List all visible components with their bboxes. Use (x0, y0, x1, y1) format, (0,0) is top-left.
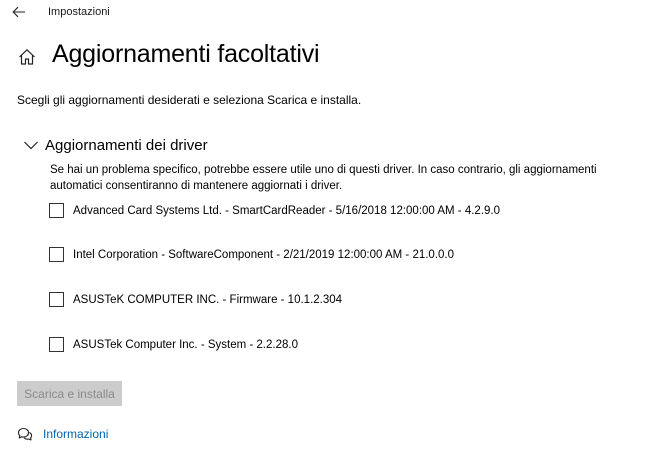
driver-item[interactable]: Intel Corporation - SoftwareComponent - … (49, 247, 454, 262)
back-button[interactable] (8, 2, 30, 22)
driver-checkbox[interactable] (49, 292, 64, 307)
driver-checkbox[interactable] (49, 247, 64, 262)
intro-text: Scegli gli aggiornamenti desiderati e se… (17, 93, 362, 107)
info-link[interactable]: Informazioni (17, 426, 108, 442)
driver-label: Intel Corporation - SoftwareComponent - … (73, 248, 455, 261)
chevron-down-icon (24, 141, 38, 150)
section-title: Aggiornamenti dei driver (45, 136, 208, 154)
driver-label: ASUSTeK COMPUTER INC. - Firmware - 10.1.… (73, 293, 343, 306)
install-button[interactable]: Scarica e installa (17, 381, 122, 406)
driver-updates-expander[interactable]: Aggiornamenti dei driver (22, 136, 208, 154)
driver-label: ASUSTek Computer Inc. - System - 2.2.28.… (73, 338, 298, 351)
driver-item[interactable]: Advanced Card Systems Ltd. - SmartCardRe… (49, 203, 500, 218)
app-title: Impostazioni (48, 6, 110, 18)
section-description: Se hai un problema specifico, potrebbe e… (50, 164, 597, 192)
info-link-label: Informazioni (43, 427, 109, 441)
title-bar: Impostazioni (0, 0, 650, 26)
driver-checkbox[interactable] (49, 337, 64, 352)
driver-checkbox[interactable] (49, 203, 64, 218)
home-icon[interactable] (17, 47, 37, 67)
back-arrow-icon (12, 6, 25, 18)
driver-label: Advanced Card Systems Ltd. - SmartCardRe… (73, 204, 501, 217)
chat-help-icon (17, 427, 33, 441)
driver-item[interactable]: ASUSTeK COMPUTER INC. - Firmware - 10.1.… (49, 292, 342, 307)
page-title: Aggiornamenti facoltativi (52, 40, 320, 68)
driver-item[interactable]: ASUSTek Computer Inc. - System - 2.2.28.… (49, 337, 298, 352)
